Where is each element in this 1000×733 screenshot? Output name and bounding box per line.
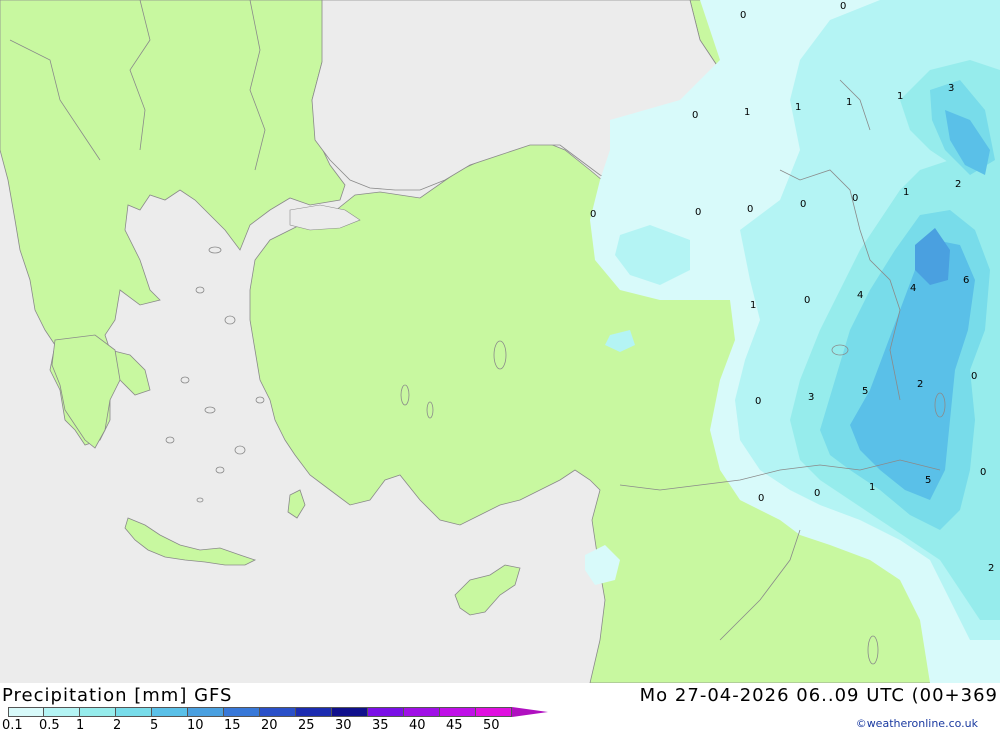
value-label: 2 [917,379,923,390]
map-canvas: 0 0 0 1 1 1 1 3 2 1 0 0 0 0 0 1 0 4 4 6 … [0,0,1000,683]
legend-tick-label: 1 [76,718,85,733]
value-label: 1 [744,107,750,118]
precipitation-map[interactable]: 0 0 0 1 1 1 1 3 2 1 0 0 0 0 0 1 0 4 4 6 … [0,0,1000,683]
value-label: 1 [846,97,852,108]
credit-link[interactable]: ©weatheronline.co.uk [856,717,978,730]
value-label: 4 [910,283,916,294]
value-label: 0 [695,207,701,218]
legend-swatch [224,707,260,717]
value-label: 0 [814,488,820,499]
legend-swatch [8,707,44,717]
value-label: 1 [750,300,756,311]
legend-tick-label: 0.5 [39,718,60,733]
value-label: 0 [980,467,986,478]
legend-swatch [368,707,404,717]
legend-tick-label: 40 [409,718,426,733]
legend-swatch [476,707,512,717]
value-label: 2 [955,179,961,190]
valid-time: Mo 27-04-2026 06..09 UTC (00+369 [639,685,998,706]
legend-tick-label: 45 [446,718,463,733]
legend-tick-label: 50 [483,718,500,733]
legend-tick-label: 20 [261,718,278,733]
value-label: 5 [862,386,868,397]
legend-swatch [332,707,368,717]
value-label: 0 [740,10,746,21]
value-label: 0 [758,493,764,504]
legend-tick-label: 25 [298,718,315,733]
value-label: 0 [755,396,761,407]
map-footer: Precipitation [mm] GFS Mo 27-04-2026 06.… [0,683,1000,733]
value-label: 0 [804,295,810,306]
legend-swatch [404,707,440,717]
legend-arrow [512,707,548,717]
value-label: 0 [590,209,596,220]
legend-swatch [80,707,116,717]
legend-tick-label: 30 [335,718,352,733]
legend-swatch [188,707,224,717]
legend-tick-labels: 0.1 0.5 1 2 5 10 15 20 25 30 35 40 45 50 [0,718,520,733]
value-label: 5 [925,475,931,486]
value-label: 1 [903,187,909,198]
map-title: Precipitation [mm] GFS [2,685,233,706]
legend-swatch [44,707,80,717]
legend-tick-label: 15 [224,718,241,733]
color-legend [8,707,548,717]
legend-swatch [260,707,296,717]
value-label: 6 [963,275,969,286]
value-label: 2 [988,563,994,574]
value-label: 3 [808,392,814,403]
legend-swatch [440,707,476,717]
value-label: 4 [857,290,863,301]
legend-swatch [296,707,332,717]
value-label: 1 [869,482,875,493]
value-label: 1 [795,102,801,113]
legend-tick-label: 10 [187,718,204,733]
value-label: 0 [971,371,977,382]
value-label: 0 [840,1,846,12]
legend-tick-label: 2 [113,718,122,733]
value-label: 0 [692,110,698,121]
value-label: 0 [747,204,753,215]
value-label: 0 [852,193,858,204]
value-label: 1 [897,91,903,102]
legend-tick-label: 5 [150,718,159,733]
legend-tick-label: 0.1 [2,718,23,733]
legend-swatch [152,707,188,717]
value-label: 0 [800,199,806,210]
legend-swatch [116,707,152,717]
value-label: 3 [948,83,954,94]
legend-tick-label: 35 [372,718,389,733]
